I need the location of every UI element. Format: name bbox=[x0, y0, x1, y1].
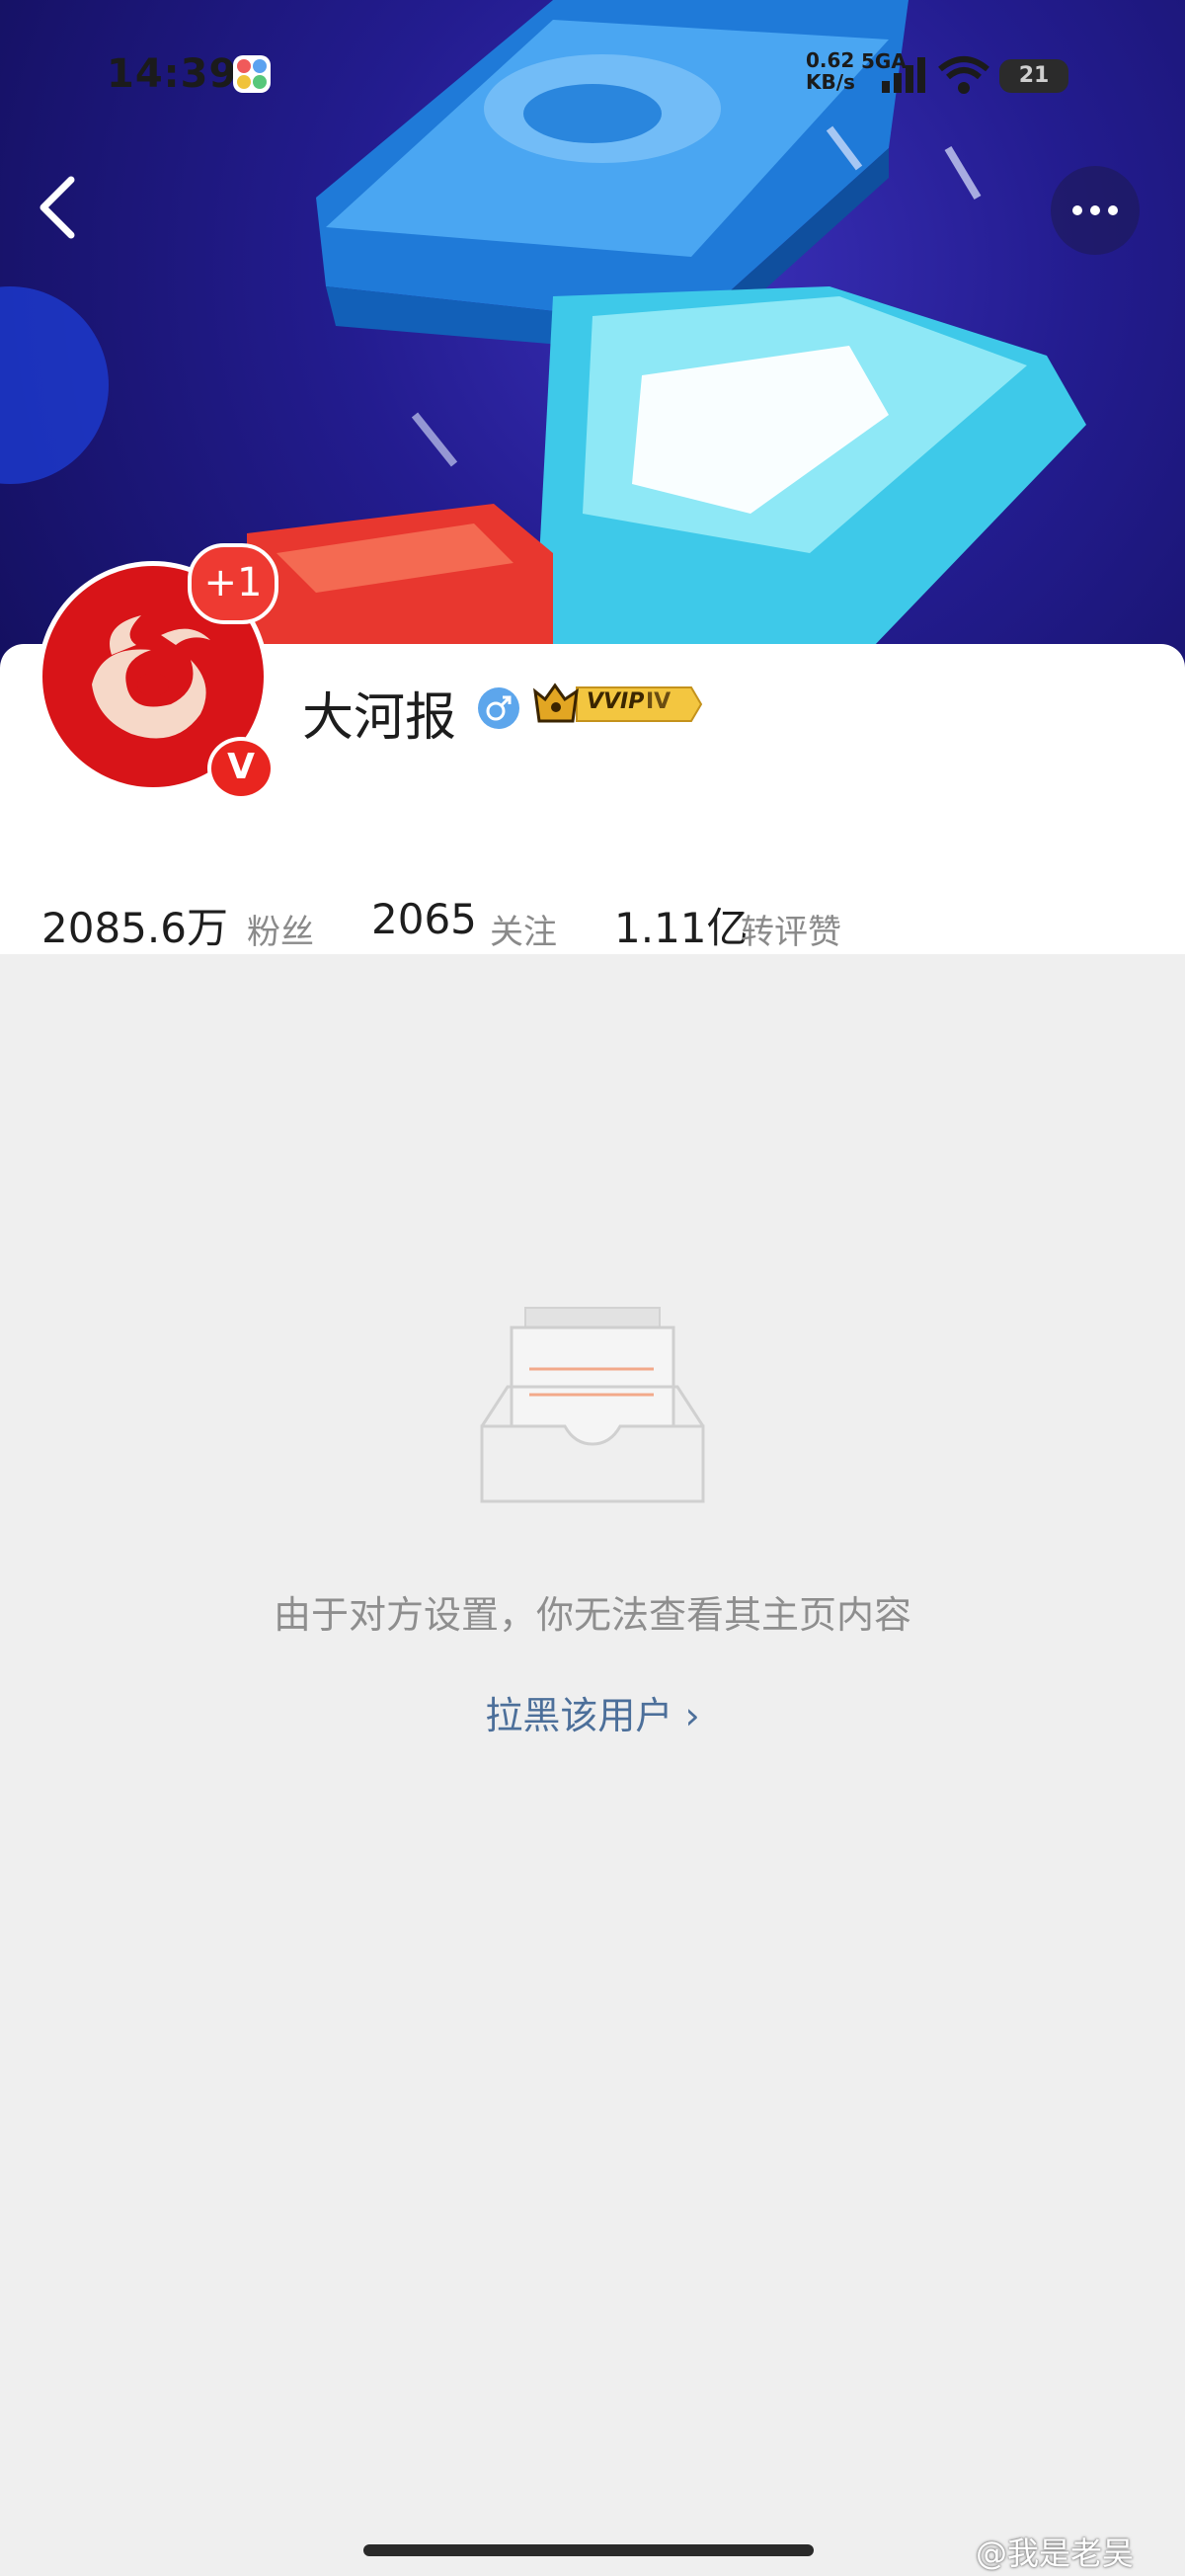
status-time: 14:39 bbox=[107, 51, 238, 97]
avatar-update-badge: +1 bbox=[188, 543, 278, 624]
more-dots-icon bbox=[1072, 205, 1082, 215]
interactions-count[interactable]: 1.11亿 bbox=[614, 895, 749, 955]
male-gender-icon bbox=[478, 687, 519, 729]
vvip-label: VVIP bbox=[587, 689, 645, 714]
network-speed: 0.62 KB/s bbox=[806, 48, 855, 94]
signal-icon bbox=[882, 57, 925, 93]
following-label[interactable]: 关注 bbox=[490, 905, 557, 953]
profile-name: 大河报 bbox=[302, 688, 457, 748]
home-indicator[interactable] bbox=[363, 2544, 814, 2556]
interactions-label[interactable]: 转评赞 bbox=[741, 905, 841, 953]
following-count[interactable]: 2065 bbox=[371, 895, 477, 943]
verified-badge: V bbox=[207, 737, 275, 800]
vvip-level: IV bbox=[646, 689, 672, 714]
watermark: @我是老吴 bbox=[976, 2535, 1135, 2572]
wifi-icon bbox=[938, 56, 989, 94]
battery-indicator: 21 bbox=[999, 59, 1068, 93]
back-button[interactable] bbox=[30, 170, 89, 245]
fans-count[interactable]: 2085.6万 bbox=[41, 895, 228, 955]
fans-label[interactable]: 粉丝 bbox=[247, 905, 314, 953]
block-user-link[interactable]: 拉黑该用户 › bbox=[0, 1685, 1185, 1739]
app-notification-icon bbox=[233, 55, 271, 93]
empty-state-message: 由于对方设置，你无法查看其主页内容 bbox=[273, 1593, 911, 1637]
more-options-button[interactable] bbox=[1051, 166, 1140, 255]
chevron-left-icon bbox=[40, 176, 75, 239]
empty-inbox-icon bbox=[480, 1307, 705, 1503]
